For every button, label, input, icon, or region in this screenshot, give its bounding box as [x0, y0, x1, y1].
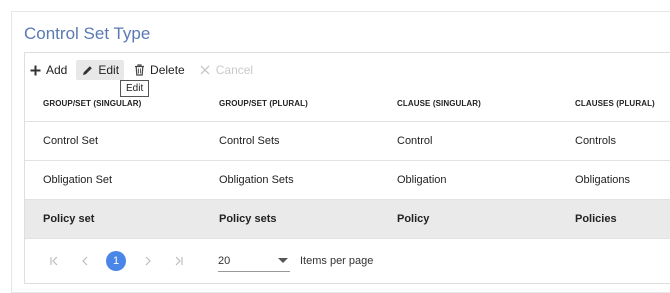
table-cell: Obligation: [379, 160, 557, 200]
add-button-label: Add: [46, 63, 68, 77]
add-button[interactable]: Add: [24, 60, 72, 80]
items-per-page-label: Items per page: [300, 255, 374, 267]
table-row-selected[interactable]: Policy set Policy sets Policy Policies: [25, 199, 670, 239]
pencil-icon: [81, 64, 93, 76]
table-cell: Controls: [557, 121, 670, 161]
chevron-down-icon: [278, 258, 288, 263]
edit-button[interactable]: Edit: [76, 60, 125, 80]
last-page-icon[interactable]: [170, 252, 188, 270]
plus-icon: [29, 64, 41, 76]
table-cell: Policy sets: [201, 199, 379, 239]
table-cell: Policies: [557, 199, 670, 239]
table-cell: Obligation Sets: [201, 160, 379, 200]
table-cell: Policy set: [25, 199, 201, 239]
column-header[interactable]: CLAUSES (PLURAL): [557, 86, 670, 122]
data-grid: GROUP/SET (SINGULAR) GROUP/SET (PLURAL) …: [25, 86, 670, 239]
delete-button[interactable]: Delete: [128, 60, 190, 80]
page-size-dropdown[interactable]: 20: [218, 251, 290, 272]
page-number-current[interactable]: 1: [106, 251, 126, 271]
table-cell: Obligations: [557, 160, 670, 200]
table-row[interactable]: Obligation Set Obligation Sets Obligatio…: [25, 160, 670, 200]
trash-icon: [133, 64, 145, 76]
edit-tooltip: Edit: [120, 80, 150, 97]
table-row[interactable]: Control Set Control Sets Control Control…: [25, 121, 670, 161]
column-header[interactable]: CLAUSE (SINGULAR): [379, 86, 557, 122]
next-page-icon[interactable]: [139, 252, 157, 270]
column-header[interactable]: GROUP/SET (PLURAL): [201, 86, 379, 122]
cancel-button-label: Cancel: [215, 63, 254, 77]
table-cell: Control Set: [25, 121, 201, 161]
first-page-icon[interactable]: [45, 252, 63, 270]
table-cell: Control: [379, 121, 557, 161]
table-cell: Control Sets: [201, 121, 379, 161]
prev-page-icon[interactable]: [76, 252, 94, 270]
table-cell: Obligation Set: [25, 160, 201, 200]
table-cell: Policy: [379, 199, 557, 239]
column-header[interactable]: GROUP/SET (SINGULAR): [25, 86, 201, 122]
edit-button-label: Edit: [98, 63, 120, 77]
delete-button-label: Delete: [150, 63, 185, 77]
close-icon: [199, 64, 211, 76]
page-title: Control Set Type: [24, 24, 151, 43]
page-size-value: 20: [218, 254, 231, 267]
pager: 1 20 Items per page: [25, 243, 670, 279]
cancel-button[interactable]: Cancel: [194, 60, 258, 80]
